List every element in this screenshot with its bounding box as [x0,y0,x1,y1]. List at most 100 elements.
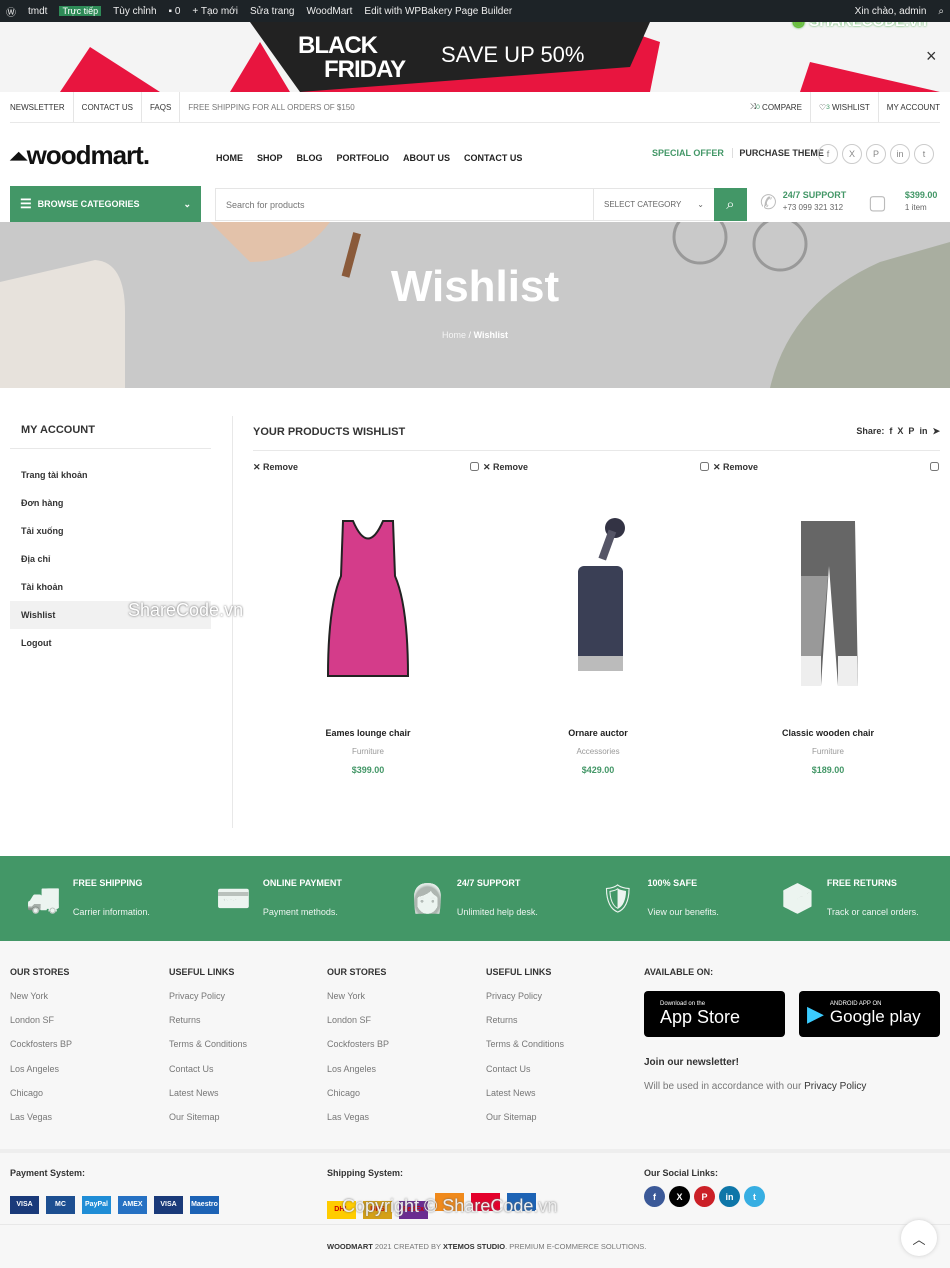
wordpress-icon[interactable]: Ⓦ [6,4,16,19]
admin-greeting[interactable]: Xin chào, admin [855,6,927,17]
wishlist-link[interactable]: ♡ 3 WISHLIST [811,92,879,122]
purchase-theme-link[interactable]: PURCHASE THEME [732,148,824,158]
admin-comments-link[interactable]: ▪ 0 [169,6,181,17]
category-select[interactable]: SELECT CATEGORY ⌄ [593,189,714,220]
product-image[interactable] [483,473,713,728]
compare-link[interactable]: ⤨ 0 COMPARE [742,92,811,122]
product-category[interactable]: Furniture [713,747,943,756]
facebook-icon[interactable]: f [818,144,838,164]
x-icon[interactable]: X [669,1186,690,1207]
admin-customize-link[interactable]: Tùy chỉnh [113,6,156,17]
footer-link[interactable]: Los Angeles [327,1064,389,1088]
nav-blog[interactable]: BLOG [297,153,323,163]
footer-link[interactable]: Chicago [327,1088,389,1112]
cart-widget[interactable]: ▢ $399.00 1 item [868,190,937,215]
footer-link[interactable]: Los Angeles [10,1064,72,1088]
google-play-button[interactable]: ▶ ANDROID APP ON Google play [799,991,940,1037]
x-icon[interactable]: X [897,426,903,436]
pinterest-icon[interactable]: P [694,1186,715,1207]
nav-home[interactable]: HOME [216,153,243,163]
newsletter-link[interactable]: NEWSLETTER [10,92,74,122]
search-icon[interactable]: ⌕ [938,6,944,17]
pinterest-icon[interactable]: P [866,144,886,164]
footer-link[interactable]: Las Vegas [327,1112,389,1136]
sidebar-item-account[interactable]: Tài khoản [10,573,211,601]
app-store-button[interactable]: Download on the App Store [644,991,785,1037]
telegram-icon[interactable]: t [914,144,934,164]
x-icon[interactable]: X [842,144,862,164]
footer-link[interactable]: London SF [327,1015,389,1039]
linkedin-icon[interactable]: in [719,1186,740,1207]
nav-about[interactable]: ABOUT US [403,153,450,163]
footer-link[interactable]: Privacy Policy [486,991,564,1015]
footer-link[interactable]: Our Sitemap [169,1112,247,1136]
footer-link[interactable]: Returns [169,1015,247,1039]
sidebar-item-dashboard[interactable]: Trang tài khoản [10,461,211,489]
search-button[interactable]: ⌕ [714,188,747,221]
promo-banner[interactable]: BLACK FRIDAY SAVE UP 50% × ◉ SHARECODE.v… [0,22,950,92]
select-checkbox[interactable] [930,462,939,471]
nav-shop[interactable]: SHOP [257,153,283,163]
admin-new-link[interactable]: + Tạo mới [192,6,238,17]
sidebar-item-logout[interactable]: Logout [10,629,211,657]
sidebar-item-downloads[interactable]: Tải xuống [10,517,211,545]
live-badge[interactable]: Trực tiếp [59,6,102,16]
remove-button[interactable]: ✕ Remove [483,462,528,473]
footer-link[interactable]: Chicago [10,1088,72,1112]
footer-link[interactable]: Contact Us [486,1064,564,1088]
select-checkbox[interactable] [470,462,479,471]
footer-link[interactable]: London SF [10,1015,72,1039]
footer-link[interactable]: Latest News [169,1088,247,1112]
special-offer-link[interactable]: SPECIAL OFFER [652,148,724,158]
product-name[interactable]: Eames lounge chair [253,728,483,738]
copy-brand[interactable]: WOODMART [327,1242,373,1251]
copy-studio[interactable]: XTEMOS STUDIO [443,1242,505,1251]
product-category[interactable]: Accessories [483,747,713,756]
footer-link[interactable]: Privacy Policy [169,991,247,1015]
product-image[interactable] [253,473,483,728]
faqs-link[interactable]: FAQS [142,92,181,122]
footer-link[interactable]: Las Vegas [10,1112,72,1136]
privacy-link[interactable]: Privacy Policy [804,1081,866,1092]
telegram-icon[interactable]: ➤ [932,426,940,436]
nav-portfolio[interactable]: PORTFOLIO [337,153,390,163]
sidebar-item-orders[interactable]: Đơn hàng [10,489,211,517]
facebook-icon[interactable]: f [644,1186,665,1207]
footer-link[interactable]: Terms & Conditions [486,1039,564,1063]
footer-link[interactable]: New York [10,991,72,1015]
footer-link[interactable]: Cockfosters BP [327,1039,389,1063]
search-input[interactable] [216,189,593,220]
linkedin-icon[interactable]: in [919,426,927,436]
admin-builder-link[interactable]: Edit with WPBakery Page Builder [364,6,512,17]
footer-link[interactable]: Our Sitemap [486,1112,564,1136]
nav-contact[interactable]: CONTACT US [464,153,522,163]
sidebar-item-addresses[interactable]: Địa chỉ [10,545,211,573]
admin-site-link[interactable]: tmdt [28,6,47,17]
contact-link[interactable]: CONTACT US [74,92,142,122]
footer-link[interactable]: Contact Us [169,1064,247,1088]
footer-link[interactable]: Terms & Conditions [169,1039,247,1063]
product-category[interactable]: Furniture [253,747,483,756]
facebook-icon[interactable]: f [889,426,892,436]
footer-link[interactable]: Cockfosters BP [10,1039,72,1063]
footer-link[interactable]: Returns [486,1015,564,1039]
footer-link[interactable]: Latest News [486,1088,564,1112]
pinterest-icon[interactable]: P [908,426,914,436]
linkedin-icon[interactable]: in [890,144,910,164]
admin-edit-link[interactable]: Sửa trang [250,6,295,17]
browse-categories-button[interactable]: ☰ BROWSE CATEGORIES ⌄ [10,186,201,222]
product-name[interactable]: Classic wooden chair [713,728,943,738]
logo[interactable]: ⏶woodmart. [10,140,150,171]
support-widget[interactable]: ✆ 24/7 SUPPORT +73 099 321 312 [760,190,846,215]
scroll-to-top-button[interactable]: ︿ [901,1220,937,1256]
footer-link[interactable]: New York [327,991,389,1015]
select-checkbox[interactable] [700,462,709,471]
my-account-link[interactable]: MY ACCOUNT [879,92,940,122]
telegram-icon[interactable]: t [744,1186,765,1207]
close-icon[interactable]: × [926,46,937,67]
remove-button[interactable]: ✕ Remove [253,462,298,473]
product-image[interactable] [713,473,943,728]
product-name[interactable]: Ornare auctor [483,728,713,738]
breadcrumb-home[interactable]: Home [442,330,466,340]
admin-theme-link[interactable]: WoodMart [306,6,352,17]
